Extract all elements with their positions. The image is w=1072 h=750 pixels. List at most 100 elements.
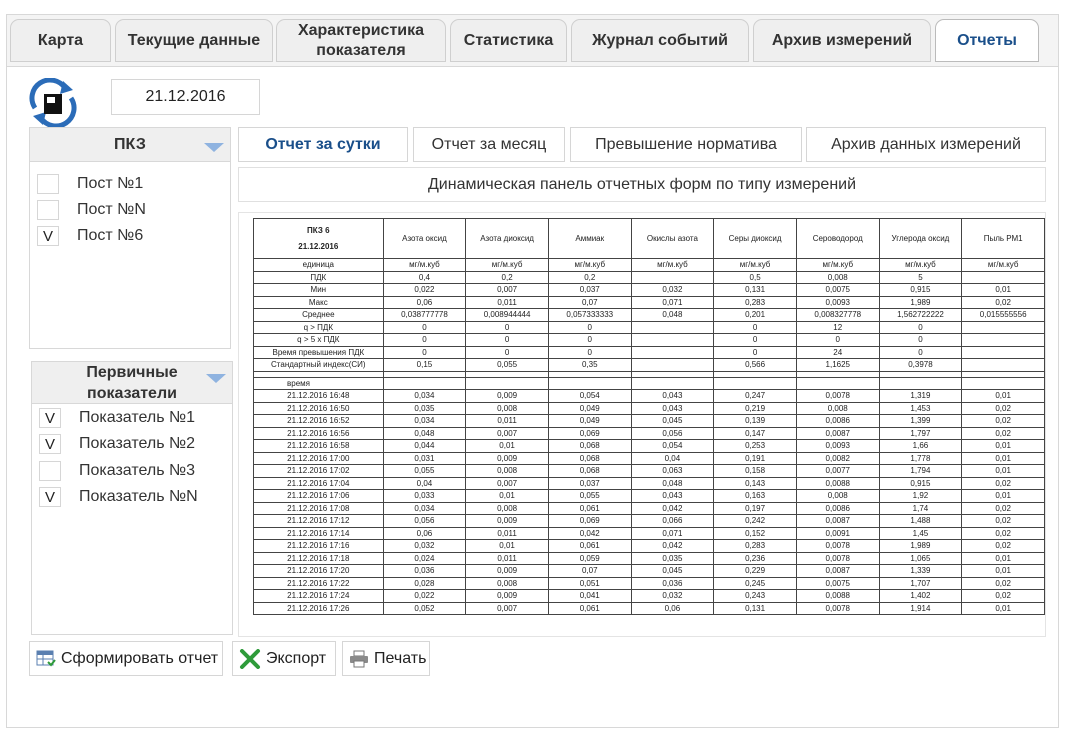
posts-panel-header[interactable]: ПКЗ [30,128,230,162]
tab-current-data[interactable]: Текущие данные [115,19,273,62]
table-row: 21.12.2016 17:06 0,033 0,01 0,055 0,043 0,163… [253,489,1045,503]
table-cell: 1,319 [878,389,963,403]
table-cell [961,358,1045,372]
indicator-checkbox[interactable]: V [39,487,61,507]
table-cell: 0,057333333 [547,308,632,322]
table-cell: 0,036 [382,564,467,578]
report-tab-daily[interactable]: Отчет за сутки [238,127,408,162]
table-cell: 0,0086 [795,501,880,515]
table-cell: Макс [253,295,384,309]
table-cell: 21.12.2016 17:00 [253,451,384,465]
table-cell: мг/м.куб [878,258,963,272]
table-cell: 0,056 [630,426,715,440]
excel-x-icon [240,648,260,669]
table-row: 21.12.2016 17:20 0,036 0,009 0,07 0,045 0,229… [253,564,1045,578]
table-cell: 0,01 [961,283,1045,297]
post-checkbox[interactable]: V [37,226,59,246]
table-cell: мг/м.куб [713,258,797,272]
table-cell: 0,01 [961,551,1045,565]
report-tab-norm-exceed[interactable]: Превышение норматива [570,127,802,162]
triangle-down-icon[interactable] [206,374,226,383]
table-row: 21.12.2016 17:26 0,052 0,007 0,061 0,06 0,131… [253,601,1045,615]
indicator-item: Показатель №3 [39,460,195,482]
report-station: ПКЗ 6 [307,225,330,235]
table-cell: 1,402 [878,589,963,603]
table-cell: 0,036 [630,576,715,590]
table-cell: 0,035 [630,551,715,565]
triangle-down-icon[interactable] [204,143,224,152]
table-cell: 0,055 [547,489,632,503]
summary-row: Стандартный индекс(СИ) 0,15 0,055 0,35 0,566… [253,358,1045,372]
indicators-panel-header[interactable]: Первичные показатели [32,362,232,404]
table-cell [795,376,880,390]
table-cell: 0,01 [961,489,1045,503]
table-cell: 1,562722222 [878,308,963,322]
table-cell: 0,01 [465,439,549,453]
tab-indicator-characteristics[interactable]: Характеристика показателя [276,19,446,62]
table-cell: 0,008 [465,576,549,590]
table-cell: 0,0082 [795,451,880,465]
tab-reports[interactable]: Отчеты [935,19,1039,62]
post-checkbox[interactable] [37,200,59,220]
table-cell: 21.12.2016 17:02 [253,464,384,478]
report-tab-measurement-archive[interactable]: Архив данных измерений [806,127,1046,162]
table-cell: 0,229 [713,564,797,578]
table-cell: 0,0078 [795,539,880,553]
table-cell: 0,043 [630,489,715,503]
table-cell: 0,048 [630,476,715,490]
report-date-field[interactable]: 21.12.2016 [111,79,260,115]
table-cell: 1,989 [878,295,963,309]
indicator-checkbox[interactable] [39,461,61,481]
print-button[interactable]: Печать [342,641,430,676]
table-cell: Стандартный индекс(СИ) [253,358,384,372]
tab-measurement-archive[interactable]: Архив измерений [753,19,931,62]
table-cell: 0,043 [630,389,715,403]
report-tab-monthly[interactable]: Отчет за месяц [413,127,565,162]
table-cell: 0,071 [630,526,715,540]
indicator-item: V Показатель №1 [39,407,195,429]
table-cell: 0,02 [961,501,1045,515]
table-cell: 0,02 [961,539,1045,553]
table-cell: 1,45 [878,526,963,540]
refresh-button[interactable] [27,77,79,129]
column-header: Углерода оксид [878,218,963,259]
table-cell: 21.12.2016 17:20 [253,564,384,578]
table-cell: 0,055 [382,464,467,478]
table-cell: 0,243 [713,589,797,603]
table-cell: 21.12.2016 17:12 [253,514,384,528]
table-cell: 0,915 [878,283,963,297]
export-button[interactable]: Экспорт [232,641,336,676]
table-cell: 0,242 [713,514,797,528]
table-cell: 0,049 [547,414,632,428]
table-cell: 21.12.2016 16:48 [253,389,384,403]
table-cell: 0,35 [547,358,632,372]
table-cell: 0,5 [713,270,797,284]
indicator-checkbox[interactable]: V [39,434,61,454]
table-cell: мг/м.куб [961,258,1045,272]
generate-report-button[interactable]: Сформировать отчет [29,641,223,676]
table-cell: 0,0078 [795,389,880,403]
table-cell: 0,01 [961,439,1045,453]
table-cell: мг/м.куб [465,258,549,272]
indicator-checkbox[interactable]: V [39,408,61,428]
time-label-row: время [253,376,1045,390]
table-header-row: ПКЗ 6 21.12.2016 Азота оксид Азота диоксид А… [253,218,1045,259]
table-cell [630,320,715,334]
table-cell: 0,011 [465,414,549,428]
posts-panel-title: ПКЗ [114,135,146,153]
table-cell [961,333,1045,347]
tab-map[interactable]: Карта [10,19,111,62]
tab-statistics[interactable]: Статистика [450,19,567,62]
posts-panel: ПКЗ Пост №1 Пост №N V Пост №6 [29,127,231,349]
table-cell: 0,01 [961,564,1045,578]
table-cell: 0,022 [382,283,467,297]
table-cell: 0,02 [961,476,1045,490]
table-cell: 0 [465,333,549,347]
table-cell: 0,0088 [795,589,880,603]
table-cell [961,345,1045,359]
post-checkbox[interactable] [37,174,59,194]
table-cell: 21.12.2016 17:16 [253,539,384,553]
post-label: Пост №6 [77,227,144,244]
dynamic-panel-banner: Динамическая панель отчетных форм по тип… [238,167,1046,202]
tab-event-log[interactable]: Журнал событий [571,19,749,62]
